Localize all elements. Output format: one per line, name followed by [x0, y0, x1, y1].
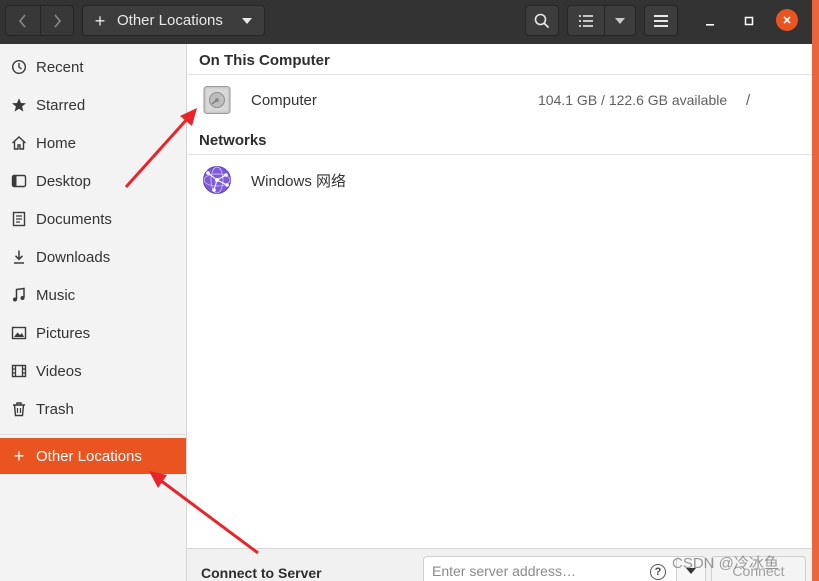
desktop-icon [11, 173, 27, 189]
section-divider [187, 154, 812, 155]
file-manager-window: + Other Locations Recent Starred Home De… [0, 0, 812, 581]
sidebar-item-label: Documents [36, 210, 112, 228]
star-icon [11, 97, 27, 113]
server-address-field[interactable]: ? [423, 556, 685, 581]
location-path-button[interactable]: + Other Locations [82, 5, 265, 36]
main-menu-button[interactable] [644, 5, 678, 36]
maximize-button[interactable] [736, 8, 762, 34]
search-button[interactable] [525, 5, 559, 36]
network-icon [203, 166, 231, 194]
download-icon [11, 249, 27, 265]
plus-icon: + [94, 10, 106, 31]
disk-space-label: 104.1 GB / 122.6 GB available [538, 92, 728, 108]
location-label: Other Locations [117, 12, 223, 29]
mount-path-label: / [746, 91, 751, 109]
trash-icon [11, 401, 27, 417]
sidebar-item-recent[interactable]: Recent [0, 49, 186, 85]
maximize-icon [744, 16, 754, 26]
list-icon [579, 14, 593, 27]
sidebar-item-label: Pictures [36, 324, 91, 342]
sidebar-item-videos[interactable]: Videos [0, 353, 186, 389]
caret-down-icon [615, 17, 625, 24]
section-title-networks: Networks [199, 132, 267, 149]
locations-view: On This Computer Computer 104.1 GB / 122… [187, 44, 812, 548]
hard-drive-icon [203, 86, 231, 114]
sidebar-item-label: Trash [36, 400, 74, 418]
sidebar-item-home[interactable]: Home [0, 125, 186, 161]
sidebar-item-label: Other Locations [36, 447, 142, 465]
sidebar-item-label: Starred [36, 96, 86, 114]
location-row-computer[interactable]: Computer 104.1 GB / 122.6 GB available / [187, 80, 812, 120]
sidebar-item-pictures[interactable]: Pictures [0, 315, 186, 351]
sidebar-item-desktop[interactable]: Desktop [0, 163, 186, 199]
sidebar-item-label: Home [36, 134, 77, 152]
music-icon [11, 287, 27, 303]
close-icon [783, 16, 791, 24]
sidebar-separator [0, 434, 186, 435]
back-button[interactable] [6, 6, 40, 35]
hamburger-icon [654, 14, 668, 27]
sidebar-item-label: Videos [36, 362, 82, 380]
minimize-icon [706, 24, 714, 26]
sidebar: Recent Starred Home Desktop Documents Do… [0, 44, 187, 581]
sidebar-item-documents[interactable]: Documents [0, 201, 186, 237]
navigation-buttons [5, 5, 74, 36]
view-options [567, 5, 636, 36]
location-name: Windows 网络 [251, 172, 347, 190]
caret-down-icon [242, 17, 252, 24]
watermark: CSDN @冷冰鱼 [672, 555, 779, 572]
minimize-button[interactable] [697, 8, 723, 34]
sidebar-item-music[interactable]: Music [0, 277, 186, 313]
sidebar-item-trash[interactable]: Trash [0, 391, 186, 427]
sidebar-item-label: Recent [36, 58, 84, 76]
sidebar-item-label: Desktop [36, 172, 92, 190]
picture-icon [11, 325, 27, 341]
sidebar-item-label: Downloads [36, 248, 111, 266]
search-icon [534, 13, 550, 28]
video-icon [11, 363, 27, 379]
view-dropdown-button[interactable] [604, 6, 635, 35]
document-icon [11, 211, 27, 227]
sidebar-item-downloads[interactable]: Downloads [0, 239, 186, 275]
chevron-left-icon [18, 13, 26, 28]
home-icon [11, 135, 27, 151]
connect-to-server-label: Connect to Server [201, 565, 322, 581]
location-row-windows-network[interactable]: Windows 网络 [187, 160, 812, 200]
close-button[interactable] [776, 9, 798, 31]
clock-icon [11, 59, 27, 75]
chevron-right-icon [54, 13, 61, 28]
section-title-on-this-computer: On This Computer [199, 52, 330, 69]
plus-icon: + [13, 445, 25, 466]
location-name: Computer [251, 91, 317, 109]
help-icon[interactable]: ? [650, 564, 666, 580]
server-address-input[interactable] [432, 563, 642, 579]
header-bar: + Other Locations [0, 0, 812, 44]
sidebar-item-starred[interactable]: Starred [0, 87, 186, 123]
section-divider [187, 74, 812, 75]
sidebar-item-label: Music [36, 286, 76, 304]
list-view-button[interactable] [568, 6, 604, 35]
forward-button[interactable] [39, 6, 74, 35]
sidebar-item-other-locations[interactable]: + Other Locations [0, 438, 186, 474]
